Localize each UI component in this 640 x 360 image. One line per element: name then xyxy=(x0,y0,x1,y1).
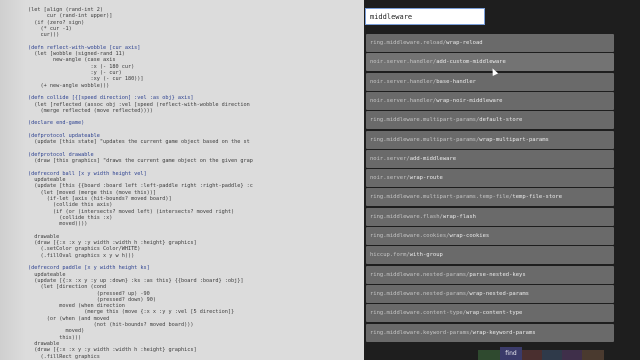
result-namespace: hiccup.form/ xyxy=(370,252,410,259)
find-tab[interactable]: find xyxy=(500,347,522,360)
result-namespace: noir.server/ xyxy=(370,175,410,182)
search-result-item[interactable]: ring.middleware.nested-params/wrap-neste… xyxy=(366,284,614,303)
result-namespace: ring.middleware.content-type/ xyxy=(370,310,467,317)
search-result-item[interactable]: ring.middleware.nested-params/parse-nest… xyxy=(366,265,614,284)
result-namespace: ring.middleware.reload/ xyxy=(370,40,447,46)
code-line: (update [this state] "updates the curren… xyxy=(28,139,250,146)
result-function-name: temp-file-store xyxy=(512,194,563,201)
result-namespace: noir.server/ xyxy=(370,155,410,162)
result-function-name: wrap-cookies xyxy=(449,233,490,239)
search-input[interactable] xyxy=(365,8,485,25)
search-result-item[interactable]: ring.middleware.multipart-params/default… xyxy=(366,111,614,130)
search-result-item[interactable]: ring.middleware.flash/wrap-flash xyxy=(366,207,614,226)
search-result-item[interactable]: ring.middleware.cookies/wrap-cookies xyxy=(366,227,614,245)
result-namespace: ring.middleware.multipart-params.temp-fi… xyxy=(370,194,513,201)
result-function-name: wrap-content-type xyxy=(466,310,523,317)
result-function-name: default-store xyxy=(479,117,523,124)
code-line: (merge reflected (move reflected)))) xyxy=(28,107,153,114)
result-namespace: ring.middleware.nested-params/ xyxy=(370,290,470,297)
code-line: (declare end-game) xyxy=(28,120,85,127)
search-result-item[interactable]: noir.server/add-middleware xyxy=(366,149,614,168)
result-function-name: base-handler xyxy=(436,78,476,85)
search-result-item[interactable]: ring.middleware.keyword-params/wrap-keyw… xyxy=(366,323,614,342)
search-result-item[interactable]: hiccup.form/with-group xyxy=(366,246,614,265)
result-namespace: ring.middleware.keyword-params/ xyxy=(370,329,473,336)
search-result-item[interactable]: ring.middleware.reload/wrap-reload xyxy=(366,34,614,52)
result-function-name: parse-nested-keys xyxy=(469,271,526,278)
result-namespace: ring.middleware.flash/ xyxy=(370,213,443,220)
search-result-item[interactable]: noir.server.handler/base-handler xyxy=(366,72,614,91)
status-swatch xyxy=(478,350,500,360)
result-function-name: wrap-reload xyxy=(446,40,483,46)
result-function-name: wrap-multipart-params xyxy=(479,136,549,143)
code-line: (.fillRect graphics xyxy=(28,353,100,360)
result-function-name: wrap-route xyxy=(409,175,443,182)
result-namespace: noir.server.handler/ xyxy=(370,78,437,85)
code-line: (+ new-angle wobble))) xyxy=(28,82,110,89)
result-function-name: add-middleware xyxy=(409,155,457,162)
result-function-name: wrap-noir-middleware xyxy=(436,97,503,104)
code-editor[interactable]: (let [align (rand-int 2) cur (rand-int u… xyxy=(0,0,364,360)
status-swatch xyxy=(522,350,542,360)
result-function-name: wrap-flash xyxy=(442,213,476,220)
search-result-item[interactable]: ring.middleware.content-type/wrap-conten… xyxy=(366,304,614,323)
code-line: moved)))) xyxy=(28,221,88,228)
result-namespace: ring.middleware.multipart-params/ xyxy=(370,117,480,124)
search-result-item[interactable]: noir.server.handler/wrap-noir-middleware xyxy=(366,91,614,110)
search-result-item[interactable]: ring.middleware.multipart-params.temp-fi… xyxy=(366,188,614,207)
search-result-item[interactable]: noir.server/wrap-route xyxy=(366,169,614,188)
status-swatch xyxy=(582,350,604,360)
result-namespace: ring.middleware.cookies/ xyxy=(370,233,450,239)
result-namespace: noir.server.handler/ xyxy=(370,97,437,104)
status-swatch xyxy=(562,350,582,360)
result-function-name: add-custom-middleware xyxy=(436,59,506,66)
status-swatch xyxy=(542,350,562,360)
result-function-name: wrap-nested-params xyxy=(469,290,529,297)
result-namespace: ring.middleware.nested-params/ xyxy=(370,271,470,278)
search-result-item[interactable]: ring.middleware.multipart-params/wrap-mu… xyxy=(366,130,614,149)
code-line: (.fillOval graphics x y w h))) xyxy=(28,252,135,259)
result-function-name: wrap-keyword-params xyxy=(472,329,536,336)
editor-gutter xyxy=(0,0,26,360)
result-function-name: with-group xyxy=(409,252,443,259)
code-line: (draw [this graphics] "draws the current… xyxy=(28,158,253,165)
result-namespace: noir.server.handler/ xyxy=(370,59,437,66)
result-namespace: ring.middleware.multipart-params/ xyxy=(370,136,480,143)
code-line: cur))) xyxy=(28,32,60,39)
